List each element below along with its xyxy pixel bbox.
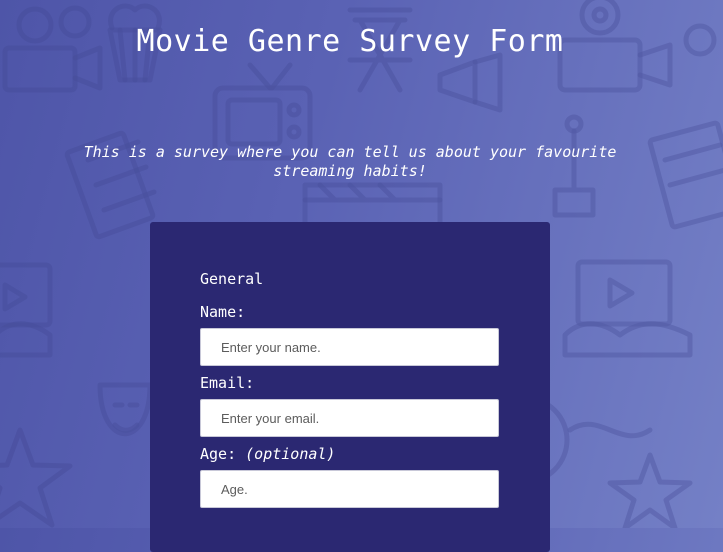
survey-form: General Name: Email: Age: (optional) bbox=[150, 222, 550, 552]
name-input[interactable] bbox=[200, 328, 499, 366]
email-label: Email: bbox=[200, 374, 255, 392]
email-input[interactable] bbox=[200, 399, 499, 437]
page-title: Movie Genre Survey Form bbox=[136, 24, 564, 59]
film-strip-icon bbox=[647, 120, 723, 230]
theater-masks-icon bbox=[97, 382, 153, 437]
name-label: Name: bbox=[200, 303, 246, 321]
age-label-text: Age: bbox=[200, 445, 237, 463]
section-legend-general: General bbox=[200, 270, 264, 288]
video-player-icon bbox=[0, 262, 53, 358]
megaphone-icon bbox=[437, 52, 503, 113]
age-label: Age: (optional) bbox=[200, 445, 335, 463]
page-description: This is a survey where you can tell us a… bbox=[83, 143, 617, 180]
video-player-icon bbox=[562, 259, 693, 358]
age-input[interactable] bbox=[200, 470, 499, 508]
age-optional-hint: (optional) bbox=[245, 445, 336, 463]
